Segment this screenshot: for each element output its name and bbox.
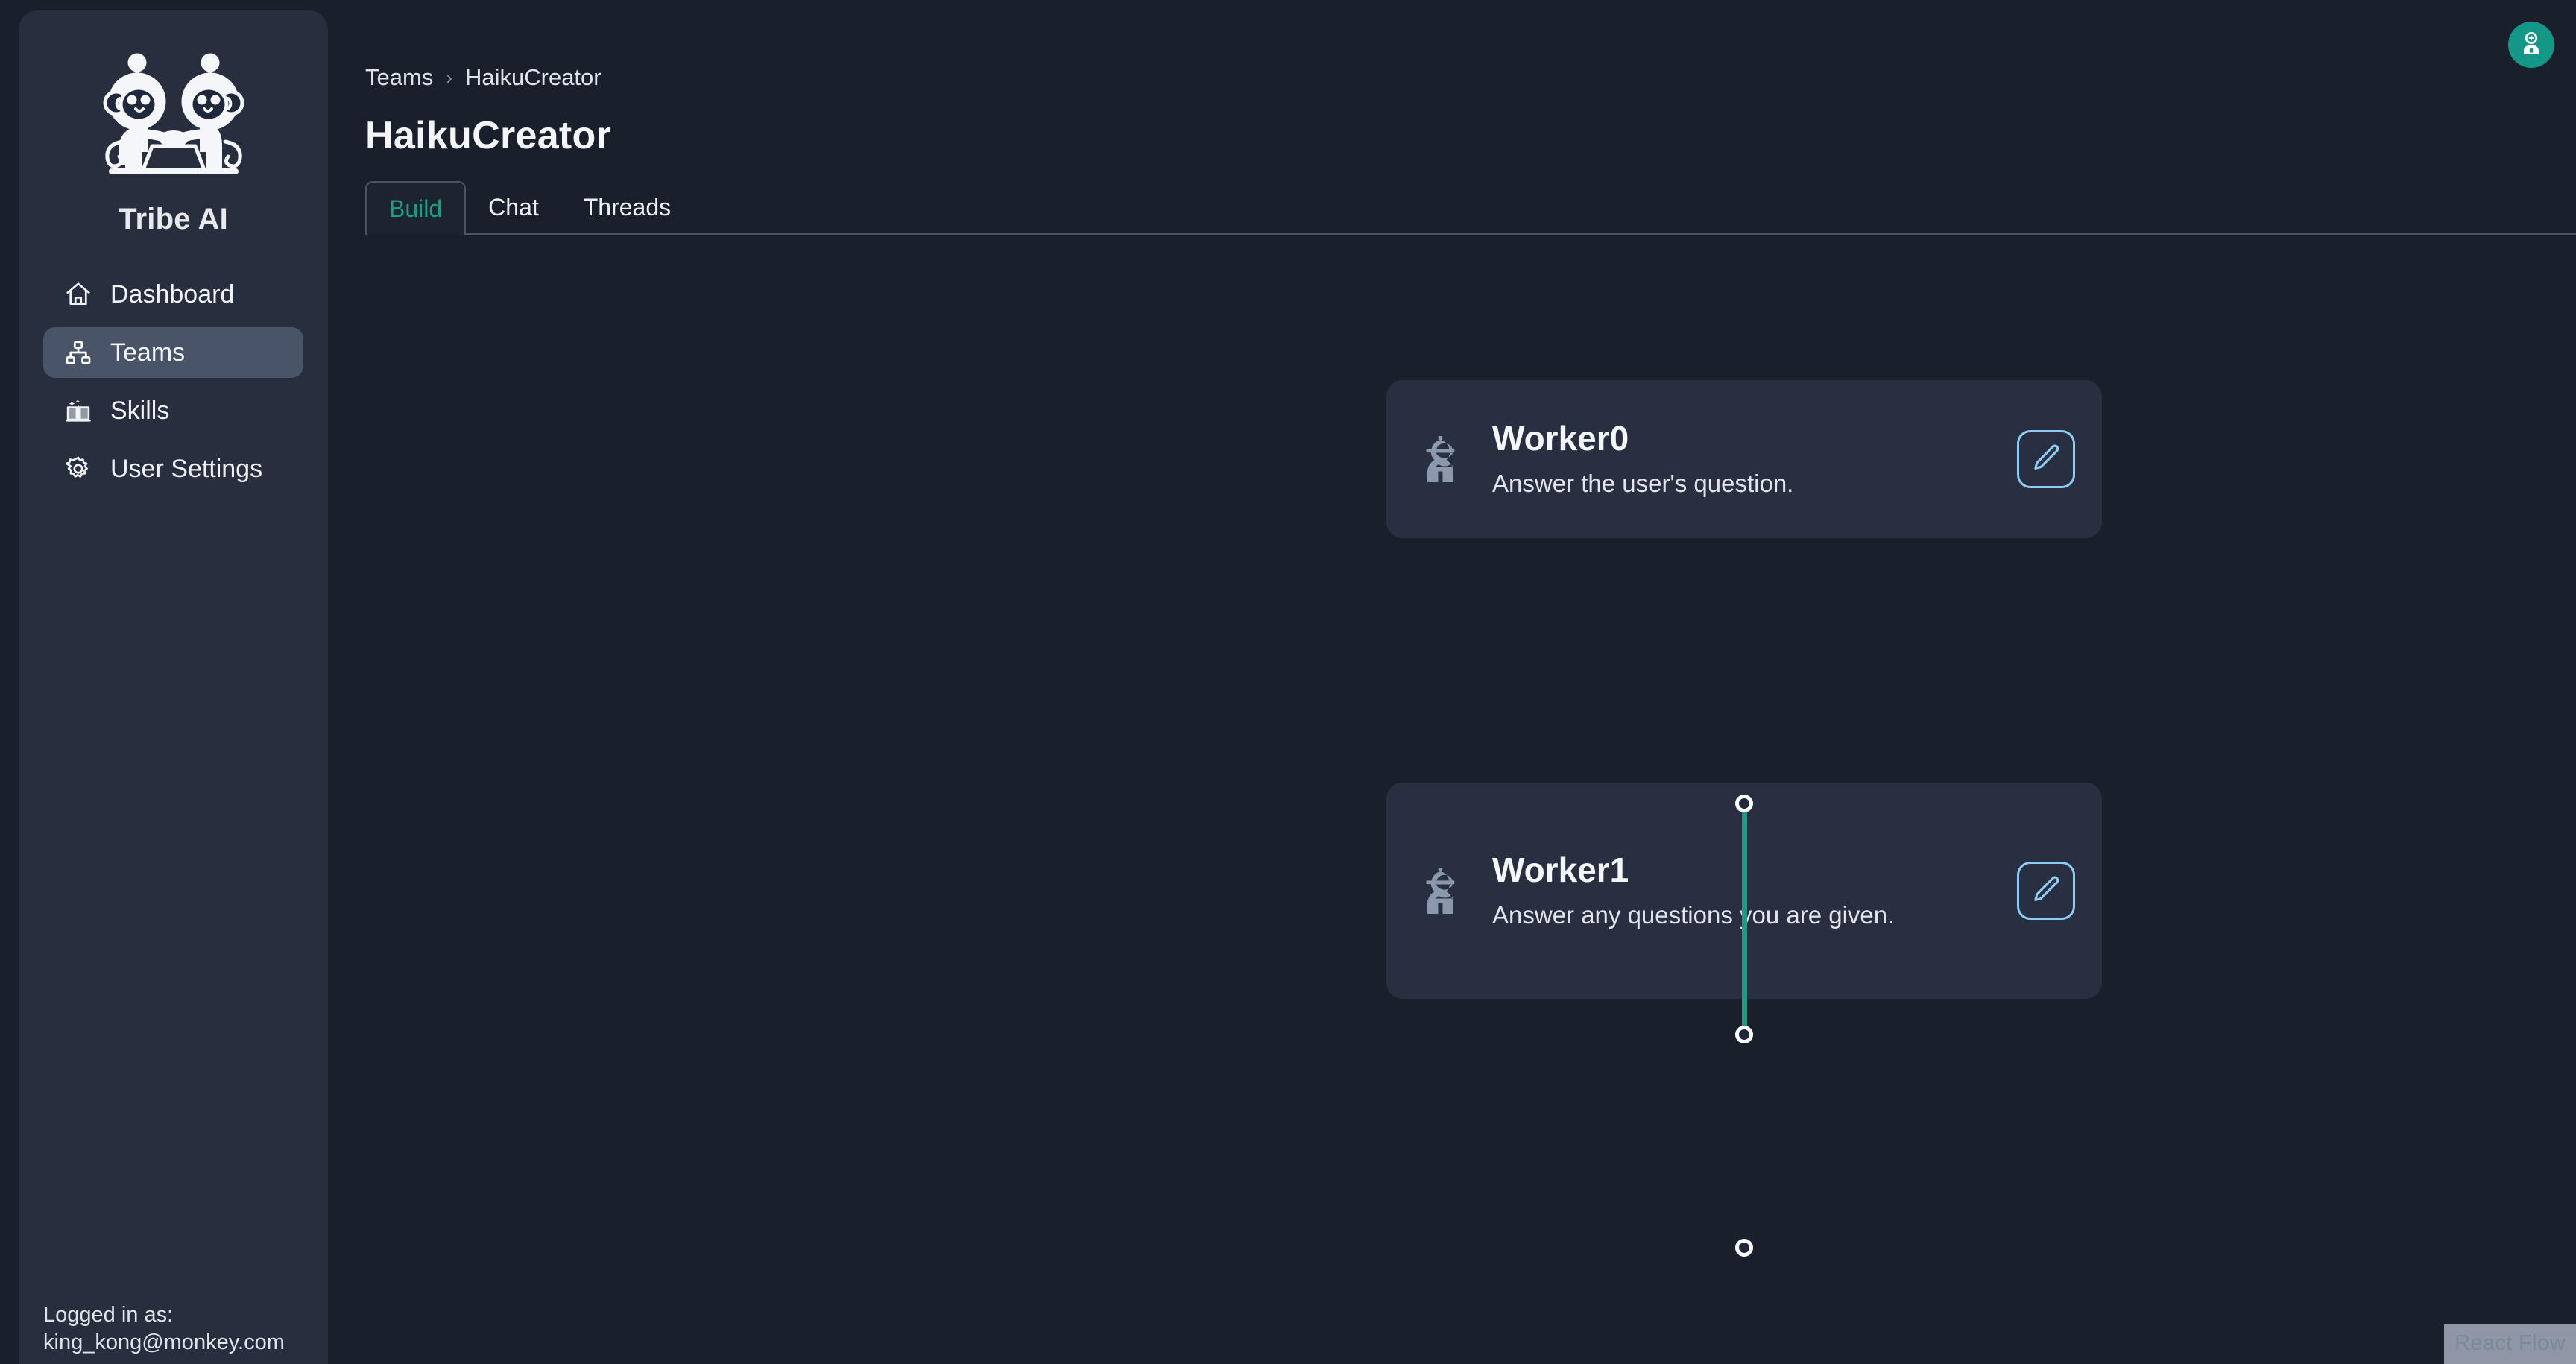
sidebar-item-user-settings[interactable]: User Settings [43, 443, 303, 494]
brand: Tribe AI [19, 10, 328, 236]
logged-in-label: Logged in as: [43, 1301, 328, 1329]
sidebar-item-label: User Settings [110, 455, 262, 484]
tab-chat[interactable]: Chat [466, 181, 561, 233]
gear-icon [63, 453, 94, 484]
sidebar-item-teams[interactable]: Teams [43, 327, 303, 378]
node-handle-worker1-bottom[interactable] [1735, 1239, 1753, 1257]
breadcrumb-item-current[interactable]: HaikuCreator [465, 64, 602, 91]
sidebar-item-dashboard[interactable]: Dashboard [43, 269, 303, 320]
node-title: Worker0 [1492, 418, 2017, 458]
breadcrumb: Teams › HaikuCreator [365, 64, 602, 91]
tab-bar: Build Chat Threads [365, 181, 2576, 235]
node-description: Answer any questions you are given. [1492, 899, 1939, 932]
sidebar-nav: Dashboard Teams [19, 269, 328, 494]
pencil-icon [2030, 442, 2062, 477]
book-sparkle-icon [63, 395, 94, 426]
home-icon [63, 279, 94, 310]
node-handle-worker0-bottom[interactable] [1735, 795, 1753, 812]
node-handle-worker1-top[interactable] [1735, 1026, 1753, 1043]
brand-name: Tribe AI [119, 203, 228, 236]
tab-threads[interactable]: Threads [561, 181, 693, 233]
node-content: Worker0 Answer the user's question. [1492, 418, 2017, 500]
worker-hardhat-icon [1416, 862, 1473, 919]
user-avatar-button[interactable] [2508, 22, 2554, 68]
node-description: Answer the user's question. [1492, 467, 2017, 500]
logged-in-email: king_kong@monkey.com [43, 1329, 328, 1357]
chevron-right-icon: › [446, 66, 452, 89]
sidebar-item-skills[interactable]: Skills [43, 385, 303, 436]
pencil-icon [2030, 874, 2062, 909]
node-title: Worker1 [1492, 850, 2017, 890]
page-title: HaikuCreator [365, 113, 611, 158]
app-root: Tribe AI Dashboard [0, 0, 2576, 1364]
breadcrumb-item-teams[interactable]: Teams [365, 64, 433, 91]
flow-node-worker0[interactable]: Worker0 Answer the user's question. [1386, 380, 2102, 538]
flow-canvas[interactable]: Worker0 Answer the user's question. [328, 253, 2576, 1364]
sidebar-item-label: Teams [110, 338, 185, 367]
edit-worker0-button[interactable] [2017, 430, 2075, 488]
edit-worker1-button[interactable] [2017, 862, 2075, 920]
node-content: Worker1 Answer any questions you are giv… [1492, 850, 2017, 932]
sidebar-item-label: Dashboard [110, 280, 234, 309]
tab-build[interactable]: Build [365, 181, 466, 235]
sidebar-item-label: Skills [110, 397, 169, 426]
worker-hardhat-icon [1416, 431, 1473, 487]
user-astronaut-icon [2517, 29, 2545, 61]
logged-in-as: Logged in as: king_kong@monkey.com [19, 1301, 328, 1364]
two-monkeys-handshake-logo-icon [89, 48, 258, 197]
react-flow-attribution[interactable]: React Flow [2444, 1324, 2576, 1364]
sidebar: Tribe AI Dashboard [19, 10, 328, 1364]
flow-edge-worker0-worker1[interactable] [1742, 803, 1747, 1026]
hierarchy-icon [63, 337, 94, 368]
